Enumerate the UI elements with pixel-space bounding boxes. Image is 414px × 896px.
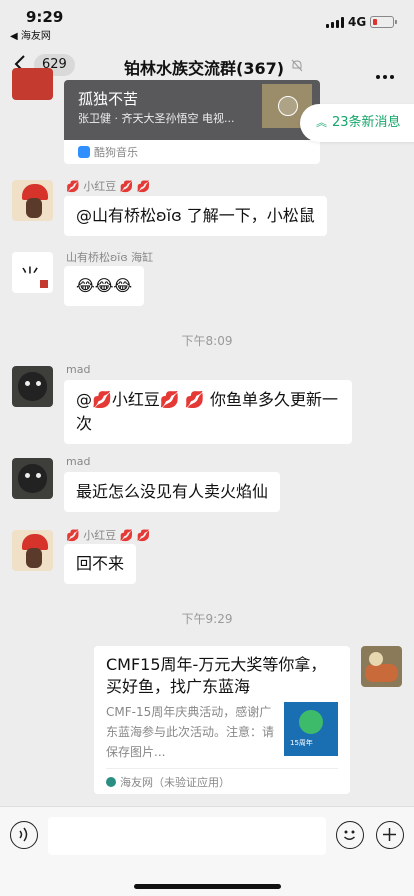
- message-timestamp: 下午8:09: [181, 334, 233, 348]
- my-avatar[interactable]: [361, 646, 402, 687]
- avatar[interactable]: ⺌: [12, 252, 53, 293]
- music-card-header: 孤独不苦 张卫健 · 齐天大圣孙悟空 电视...: [64, 80, 320, 140]
- sender-name: mad: [66, 455, 91, 468]
- link-description: CMF-15周年庆典活动，感谢广东蓝海参与此次活动。注意：请保存图片...: [106, 705, 275, 759]
- emoji-icon[interactable]: [336, 821, 364, 849]
- music-source: 酷狗音乐: [78, 144, 138, 160]
- message-bubble[interactable]: 回不来: [64, 544, 137, 584]
- message-timestamp: 下午9:29: [181, 612, 233, 626]
- mute-bell-icon: [291, 59, 303, 72]
- message-bubble[interactable]: @山有桥松ʚĭɞ 了解一下，小松鼠: [64, 196, 327, 236]
- new-messages-button[interactable]: ︽ 23条新消息: [300, 104, 414, 142]
- status-bar: 9:29 ◀ 海友网 4G: [0, 0, 414, 42]
- message-bubble[interactable]: 最近怎么没见有人卖火焰仙: [64, 472, 281, 512]
- link-title: CMF15周年-万元大奖等你拿，买好鱼，找广东蓝海: [106, 655, 327, 696]
- more-options-icon[interactable]: [376, 64, 397, 83]
- input-bar: [0, 806, 414, 896]
- divider: [106, 768, 338, 769]
- kugou-icon: [78, 146, 90, 158]
- link-thumbnail: 15周年: [284, 702, 338, 756]
- message-bubble[interactable]: @💋小红豆💋 💋 你鱼单多久更新一次: [64, 380, 352, 444]
- voice-input-icon[interactable]: [10, 821, 38, 849]
- play-icon[interactable]: [278, 96, 298, 116]
- battery-icon: [370, 16, 397, 28]
- network-type: 4G: [348, 15, 367, 29]
- link-source: 海友网（未验证应用）: [106, 774, 230, 790]
- double-chevron-up-icon: ︽: [316, 116, 327, 129]
- logo-disc: [299, 710, 323, 734]
- thumb-caption: 15周年: [290, 739, 313, 747]
- music-share-card[interactable]: 孤独不苦 张卫健 · 齐天大圣孙悟空 电视... 酷狗音乐: [64, 80, 320, 164]
- avatar[interactable]: [12, 530, 53, 571]
- haiyou-icon: [106, 777, 116, 787]
- status-time: 9:29: [26, 8, 64, 26]
- music-title: 孤独不苦: [78, 90, 139, 108]
- avatar[interactable]: [12, 68, 53, 100]
- sender-name: mad: [66, 363, 91, 376]
- avatar[interactable]: [12, 180, 53, 221]
- cellular-signal-icon: [326, 17, 344, 28]
- sender-name: 💋 小红豆 💋 💋: [66, 529, 151, 542]
- message-input[interactable]: [48, 817, 326, 855]
- music-subtitle: 张卫健 · 齐天大圣孙悟空 电视...: [78, 112, 235, 125]
- home-indicator[interactable]: [134, 884, 281, 889]
- message-bubble[interactable]: 😂😂😂: [64, 266, 145, 306]
- avatar[interactable]: [12, 458, 53, 499]
- sender-name: 💋 小红豆 💋 💋: [66, 180, 151, 193]
- chat-title[interactable]: 铂林水族交流群(367): [124, 55, 284, 79]
- avatar[interactable]: [12, 366, 53, 407]
- add-attachment-icon[interactable]: [376, 821, 404, 849]
- link-share-card[interactable]: CMF15周年-万元大奖等你拿，买好鱼，找广东蓝海 CMF-15周年庆典活动，感…: [94, 646, 350, 794]
- sender-name: 山有桥松ʚĭɞ 海缸: [66, 251, 154, 264]
